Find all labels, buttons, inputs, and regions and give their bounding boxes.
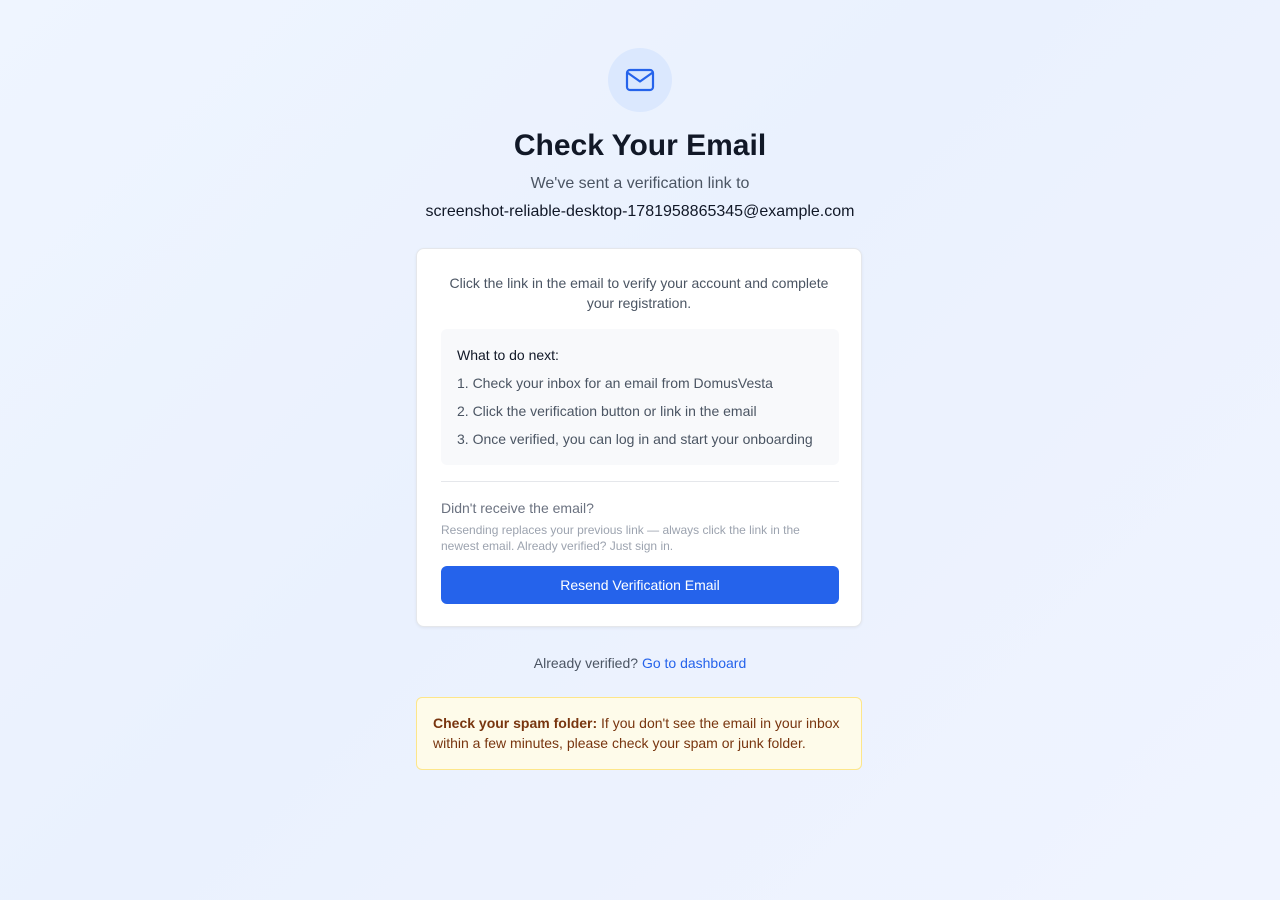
next-step-item: 2. Click the verification button or link… (457, 403, 757, 419)
already-verified-line: Already verified? Go to dashboard (0, 654, 1280, 672)
mail-icon-circle (608, 48, 672, 112)
next-steps-box: What to do next: 1. Check your inbox for… (441, 329, 839, 465)
resend-question: Didn't receive the email? (441, 500, 594, 516)
card-divider (441, 481, 839, 482)
recipient-email: screenshot-reliable-desktop-178195886534… (425, 203, 855, 220)
spam-notice-label: Check your spam folder: (433, 715, 598, 731)
spam-folder-notice: Check your spam folder: If you don't see… (416, 697, 862, 770)
resend-verification-button[interactable]: Resend Verification Email (441, 566, 839, 604)
page-title: Check Your Email (513, 129, 767, 162)
next-step-item: 1. Check your inbox for an email from Do… (457, 375, 773, 391)
page-subtitle: We've sent a verification link to (530, 175, 750, 192)
card-intro-text: Click the link in the email to verify yo… (449, 275, 829, 311)
next-step-item: 3. Once verified, you can log in and sta… (457, 431, 813, 447)
verify-email-page: Check Your Email We've sent a verificati… (0, 0, 1280, 900)
go-to-dashboard-link[interactable]: Go to dashboard (642, 655, 746, 671)
next-steps-title: What to do next: (457, 347, 559, 363)
mail-icon (625, 68, 655, 92)
resend-note: Resending replaces your previous link — … (441, 523, 800, 553)
already-verified-text: Already verified? (533, 655, 639, 671)
verification-card: Click the link in the email to verify yo… (416, 248, 862, 627)
